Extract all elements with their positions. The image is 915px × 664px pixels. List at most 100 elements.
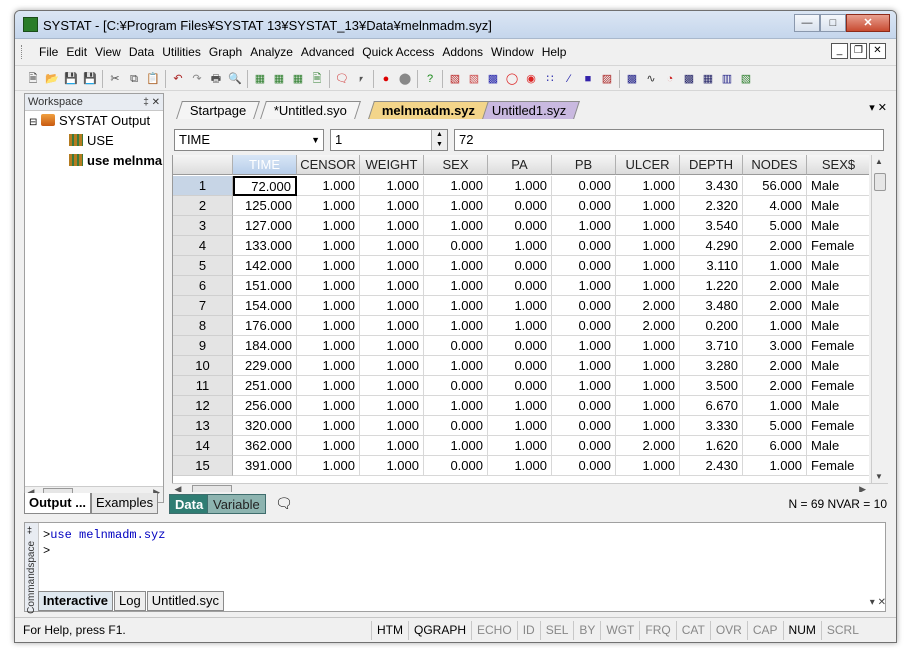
table-cell[interactable]: 1.000 (360, 276, 424, 296)
table-cell[interactable]: 256.000 (233, 396, 297, 416)
table-cell[interactable]: 1.000 (743, 456, 807, 476)
table-cell[interactable]: 1.000 (297, 296, 360, 316)
menu-quick-access[interactable]: Quick Access (358, 45, 438, 59)
pin-icon[interactable]: ‡ (143, 97, 149, 108)
table-cell[interactable]: 2.000 (616, 436, 680, 456)
table-cell[interactable]: 1.000 (360, 416, 424, 436)
table-cell[interactable]: 0.000 (488, 276, 552, 296)
table-cell[interactable]: 1.000 (488, 316, 552, 336)
matrix-icon[interactable]: ▨ (599, 71, 615, 87)
table-cell[interactable]: 1.000 (297, 376, 360, 396)
print-icon[interactable]: 🖶 (208, 71, 224, 87)
column-header[interactable]: SEX$ (807, 155, 869, 175)
row-header[interactable]: 1 (173, 176, 233, 196)
table-cell[interactable]: 1.000 (552, 276, 616, 296)
table-cell[interactable]: 125.000 (233, 196, 297, 216)
mdi-close-button[interactable]: ✕ (869, 43, 886, 59)
table-cell[interactable]: 1.000 (360, 436, 424, 456)
table-cell[interactable]: 1.000 (297, 216, 360, 236)
table-cell[interactable]: 0.000 (552, 296, 616, 316)
tab-untitled1-syz[interactable]: Untitled1.syz (478, 101, 581, 119)
stats-icon[interactable]: ▩ (485, 71, 501, 87)
table-cell[interactable]: 320.000 (233, 416, 297, 436)
table-cell[interactable]: 6.000 (743, 436, 807, 456)
data-editor-icon[interactable]: ▦ (271, 71, 287, 87)
pin-icon[interactable]: ‡ (27, 525, 32, 535)
table-cell[interactable]: 1.000 (297, 256, 360, 276)
menu-data[interactable]: Data (125, 45, 158, 59)
table-cell[interactable]: 0.000 (552, 196, 616, 216)
table-cell[interactable]: 1.000 (360, 316, 424, 336)
table-cell[interactable]: 1.000 (424, 296, 488, 316)
table-cell[interactable]: 0.000 (488, 376, 552, 396)
table-cell[interactable]: 1.000 (616, 376, 680, 396)
table-cell[interactable]: 251.000 (233, 376, 297, 396)
row-header[interactable]: 14 (173, 436, 233, 456)
table-cell[interactable]: 229.000 (233, 356, 297, 376)
table-cell[interactable]: 1.000 (297, 396, 360, 416)
table-cell[interactable]: 3.480 (680, 296, 743, 316)
table-grid-icon[interactable]: ▦ (700, 71, 716, 87)
table-cell[interactable]: 1.000 (360, 236, 424, 256)
stop-icon[interactable]: ⬤ (397, 71, 413, 87)
table-cell[interactable]: 3.280 (680, 356, 743, 376)
table-cell[interactable]: 4.000 (743, 196, 807, 216)
table-cell[interactable]: 1.000 (616, 396, 680, 416)
pie-icon[interactable]: ◯ (504, 71, 520, 87)
table-cell[interactable]: 3.110 (680, 256, 743, 276)
table-cell[interactable]: 142.000 (233, 256, 297, 276)
table-cell[interactable]: 0.000 (552, 396, 616, 416)
table-cell[interactable]: 1.000 (297, 316, 360, 336)
table-cell[interactable]: 1.000 (424, 176, 488, 196)
mdi-restore-button[interactable]: ❐ (850, 43, 867, 59)
variable-select[interactable]: TIME ▼ (174, 129, 324, 151)
target-icon[interactable]: ◉ (523, 71, 539, 87)
output-icon[interactable]: ▦ (252, 71, 268, 87)
spin-down-icon[interactable]: ▼ (431, 140, 447, 150)
row-header[interactable]: 3 (173, 216, 233, 236)
column-header[interactable]: CENSOR (297, 155, 360, 175)
menu-file[interactable]: File (35, 45, 62, 59)
row-header[interactable]: 10 (173, 356, 233, 376)
table-cell[interactable]: 1.000 (616, 216, 680, 236)
table-cell[interactable]: 0.000 (424, 236, 488, 256)
table-cell[interactable]: 1.000 (488, 176, 552, 196)
open-icon[interactable]: 📂 (44, 71, 60, 87)
table-cell[interactable]: 1.000 (488, 456, 552, 476)
table-cell[interactable]: 2.000 (743, 236, 807, 256)
column-header[interactable]: PA (488, 155, 552, 175)
comment-icon[interactable]: 🗨 (275, 495, 293, 512)
table-cell[interactable]: 2.320 (680, 196, 743, 216)
row-header[interactable]: 5 (173, 256, 233, 276)
table-cell[interactable]: 1.000 (552, 376, 616, 396)
table-cell[interactable]: 0.200 (680, 316, 743, 336)
row-header[interactable]: 6 (173, 276, 233, 296)
tab-data[interactable]: Data (169, 494, 210, 514)
bar-chart-icon[interactable]: ▧ (447, 71, 463, 87)
line-chart-icon[interactable]: ∿ (643, 71, 659, 87)
row-header[interactable]: 4 (173, 236, 233, 256)
table-cell[interactable]: 56.000 (743, 176, 807, 196)
row-header[interactable]: 13 (173, 416, 233, 436)
menu-graph[interactable]: Graph (205, 45, 246, 59)
table-cell[interactable]: 1.000 (424, 276, 488, 296)
table-cell[interactable]: 0.000 (552, 456, 616, 476)
table-cell[interactable]: 3.430 (680, 176, 743, 196)
table-cell[interactable]: Male (807, 216, 869, 236)
table-cell[interactable]: 1.000 (360, 336, 424, 356)
close-button[interactable]: ✕ (846, 14, 890, 32)
undo-icon[interactable]: ↶ (170, 71, 186, 87)
cut-icon[interactable]: ✂ (107, 71, 123, 87)
tab-interactive[interactable]: Interactive (38, 591, 114, 611)
table-cell[interactable]: 2.000 (743, 356, 807, 376)
column-header[interactable]: DEPTH (680, 155, 743, 175)
table-cell[interactable]: Male (807, 176, 869, 196)
save-icon[interactable]: 💾 (63, 71, 79, 87)
table-cell[interactable]: 127.000 (233, 216, 297, 236)
table-cell[interactable]: 1.000 (488, 396, 552, 416)
tree-item-use[interactable]: USE (69, 133, 114, 148)
table-cell[interactable]: 1.000 (360, 396, 424, 416)
table-cell[interactable]: Male (807, 196, 869, 216)
dialog-icon[interactable]: 🗨 (334, 71, 350, 87)
table-cell[interactable]: 1.000 (297, 436, 360, 456)
